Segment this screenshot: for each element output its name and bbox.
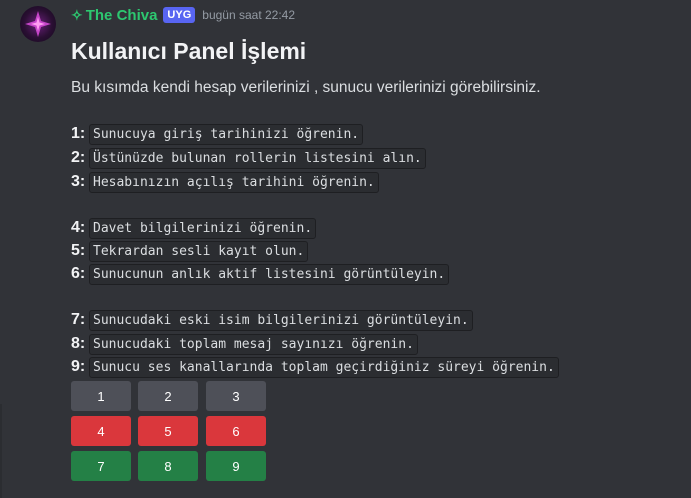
avatar[interactable] <box>20 6 56 42</box>
message-header: ✧ The Chiva UYG bugün saat 22:42 <box>71 5 295 25</box>
item-code-text: Sunucunun anlık aktif listesini görüntül… <box>89 263 450 285</box>
button-4[interactable]: 4 <box>71 416 131 446</box>
embed-description: Bu kısımda kendi hesap verilerinizi , su… <box>71 79 541 96</box>
list-item: 8: Sunucudaki toplam mesaj sayınızı öğre… <box>71 333 418 355</box>
timestamp: bugün saat 22:42 <box>202 8 296 22</box>
item-number: 6: <box>71 265 86 282</box>
item-code-text: Sunucudaki toplam mesaj sayınızı öğrenin… <box>89 333 418 355</box>
embed-title: Kullanıcı Panel İşlemi <box>71 38 307 64</box>
list-item: 9: Sunucu ses kanallarında toplam geçird… <box>71 356 559 378</box>
button-1[interactable]: 1 <box>71 381 131 411</box>
item-code-text: Hesabınızın açılış tarihini öğrenin. <box>89 171 379 193</box>
list-item: 5: Tekrardan sesli kayıt olun. <box>71 240 309 262</box>
left-rail <box>0 404 2 498</box>
item-number: 3: <box>71 173 86 190</box>
author-name[interactable]: ✧ The Chiva <box>71 7 157 24</box>
item-number: 8: <box>71 335 86 352</box>
button-2[interactable]: 2 <box>138 381 198 411</box>
item-code-text: Üstünüzde bulunan rollerin listesini alı… <box>89 147 426 169</box>
item-code-text: Sunucu ses kanallarında toplam geçirdiği… <box>89 356 559 378</box>
item-number: 1: <box>71 125 86 142</box>
item-number: 2: <box>71 149 86 166</box>
item-code-text: Davet bilgilerinizi öğrenin. <box>89 217 317 239</box>
role-tag: UYG <box>163 7 196 23</box>
purple-star-avatar-icon <box>25 11 51 37</box>
list-item: 1: Sunucuya giriş tarihinizi öğrenin. <box>71 123 364 145</box>
item-number: 4: <box>71 219 86 236</box>
item-code-text: Sunucudaki eski isim bilgilerinizi görün… <box>89 309 473 331</box>
list-item: 2: Üstünüzde bulunan rollerin listesini … <box>71 147 426 169</box>
button-3[interactable]: 3 <box>206 381 266 411</box>
list-item: 6: Sunucunun anlık aktif listesini görün… <box>71 263 450 285</box>
author-name-text: The Chiva <box>85 6 158 24</box>
item-number: 7: <box>71 311 86 328</box>
list-item: 3: Hesabınızın açılış tarihini öğrenin. <box>71 171 379 193</box>
list-item: 4: Davet bilgilerinizi öğrenin. <box>71 217 317 239</box>
item-number: 5: <box>71 242 86 259</box>
button-5[interactable]: 5 <box>138 416 198 446</box>
button-7[interactable]: 7 <box>71 451 131 481</box>
button-6[interactable]: 6 <box>206 416 266 446</box>
sparkle-icon: ✧ <box>71 6 83 23</box>
item-number: 9: <box>71 358 86 375</box>
button-9[interactable]: 9 <box>206 451 266 481</box>
item-code-text: Sunucuya giriş tarihinizi öğrenin. <box>89 123 364 145</box>
list-item: 7: Sunucudaki eski isim bilgilerinizi gö… <box>71 309 473 331</box>
item-code-text: Tekrardan sesli kayıt olun. <box>89 240 309 262</box>
button-8[interactable]: 8 <box>138 451 198 481</box>
